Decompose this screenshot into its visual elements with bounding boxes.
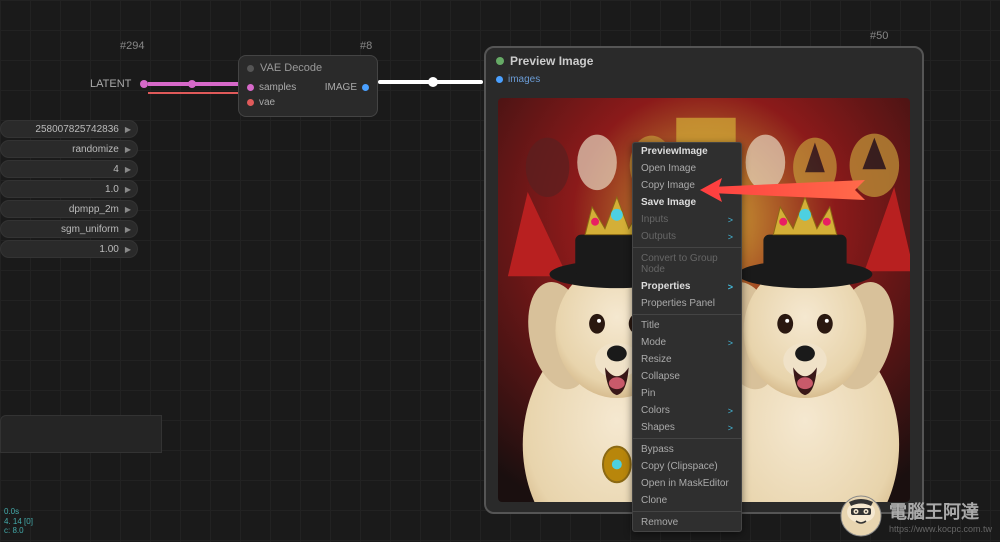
latent-output-label: LATENT <box>90 78 131 90</box>
menu-item-bypass[interactable]: Bypass <box>633 441 741 458</box>
chevron-right-icon: ▶ <box>125 205 131 214</box>
watermark-logo-icon <box>839 494 883 538</box>
menu-item-title[interactable]: Title <box>633 317 741 334</box>
param-scheduler[interactable]: sgm_uniform▶ <box>0 220 138 238</box>
node-id-right: #50 <box>870 30 888 42</box>
perf-stats: 0.0s 4. 14 [0] c: 8.0 <box>4 507 33 536</box>
menu-item-outputs[interactable]: Outputs> <box>633 228 741 245</box>
submenu-arrow-icon: > <box>728 338 733 348</box>
output-image-port[interactable]: IMAGE <box>325 82 369 93</box>
menu-item-properties[interactable]: Properties> <box>633 278 741 295</box>
wire-image-preview <box>378 80 483 84</box>
menu-item-properties-panel[interactable]: Properties Panel <box>633 295 741 312</box>
node-id-left: #294 <box>120 40 144 52</box>
watermark: 電腦王阿達 https://www.kocpc.com.tw <box>839 494 992 538</box>
menu-item-previewimage[interactable]: PreviewImage <box>633 143 741 160</box>
menu-item-colors[interactable]: Colors> <box>633 402 741 419</box>
menu-separator <box>633 314 741 315</box>
watermark-title: 電腦王阿達 <box>889 498 992 524</box>
chevron-right-icon: ▶ <box>125 245 131 254</box>
menu-item-pin[interactable]: Pin <box>633 385 741 402</box>
chevron-right-icon: ▶ <box>125 225 131 234</box>
menu-item-mode[interactable]: Mode> <box>633 334 741 351</box>
node-status-icon <box>496 57 504 65</box>
node-title: VAE Decode <box>239 56 377 80</box>
menu-item-copy-clipspace-[interactable]: Copy (Clipspace) <box>633 458 741 475</box>
menu-item-shapes[interactable]: Shapes> <box>633 419 741 436</box>
input-vae-port[interactable]: vae <box>247 97 275 108</box>
annotation-arrow-icon <box>700 172 870 212</box>
params-panel: 258007825742836▶ randomize▶ 4▶ 1.0▶ dpmp… <box>0 120 138 260</box>
bottom-left-panel <box>0 415 162 453</box>
node-title: Preview Image <box>486 48 922 74</box>
chevron-right-icon: ▶ <box>125 145 131 154</box>
menu-item-clone[interactable]: Clone <box>633 492 741 509</box>
param-randomize[interactable]: randomize▶ <box>0 140 138 158</box>
menu-separator <box>633 247 741 248</box>
watermark-url: https://www.kocpc.com.tw <box>889 524 992 534</box>
param-denoise[interactable]: 1.00▶ <box>0 240 138 258</box>
submenu-arrow-icon: > <box>728 215 733 225</box>
param-steps[interactable]: 4▶ <box>0 160 138 178</box>
submenu-arrow-icon: > <box>728 232 733 242</box>
chevron-right-icon: ▶ <box>125 185 131 194</box>
vae-decode-node[interactable]: VAE Decode samples IMAGE vae <box>238 55 378 117</box>
menu-separator <box>633 438 741 439</box>
node-status-icon <box>247 65 254 72</box>
wire-vae <box>148 92 238 94</box>
menu-item-resize[interactable]: Resize <box>633 351 741 368</box>
menu-item-open-in-maskeditor[interactable]: Open in MaskEditor <box>633 475 741 492</box>
submenu-arrow-icon: > <box>728 282 733 292</box>
input-samples-port[interactable]: samples <box>247 82 296 93</box>
chevron-right-icon: ▶ <box>125 165 131 174</box>
menu-item-remove[interactable]: Remove <box>633 514 741 531</box>
menu-separator <box>633 511 741 512</box>
param-cfg[interactable]: 1.0▶ <box>0 180 138 198</box>
latent-output-port[interactable] <box>140 80 148 88</box>
input-images-port[interactable]: images <box>486 74 922 89</box>
chevron-right-icon: ▶ <box>125 125 131 134</box>
node-id-mid: #8 <box>360 40 372 52</box>
submenu-arrow-icon: > <box>728 423 733 433</box>
submenu-arrow-icon: > <box>728 406 733 416</box>
menu-item-convert-to-group-node[interactable]: Convert to Group Node <box>633 250 741 278</box>
menu-item-inputs[interactable]: Inputs> <box>633 211 741 228</box>
wire-latent-samples <box>148 82 238 86</box>
param-sampler[interactable]: dpmpp_2m▶ <box>0 200 138 218</box>
param-seed[interactable]: 258007825742836▶ <box>0 120 138 138</box>
menu-item-collapse[interactable]: Collapse <box>633 368 741 385</box>
